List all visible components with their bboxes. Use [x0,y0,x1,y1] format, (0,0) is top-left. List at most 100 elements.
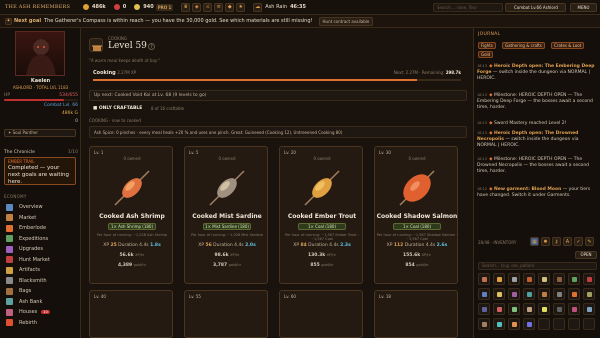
inventory-slot[interactable] [478,318,490,330]
inventory-slot[interactable] [493,288,505,300]
inventory-slot[interactable] [508,273,520,285]
fire-icon[interactable]: ✹ [541,237,550,246]
inventory-slot[interactable] [523,318,535,330]
recipe-ingredient: 1× Ash Shrimp (180) [108,223,156,230]
gem-icon[interactable]: ◆ [225,2,235,12]
recipe-xp-rate-unit: XP/hr [421,253,432,257]
inventory-slot[interactable] [583,288,595,300]
recipe-xp: XP 112 Duration 4.4s 2.6s [386,243,448,248]
inventory-slot[interactable] [538,318,550,330]
inventory-slot[interactable] [508,288,520,300]
goal-text[interactable]: The Gatherer's Compass is within reach —… [44,18,312,24]
search-input[interactable]: Search ... (one, Tex) [433,3,503,12]
sidebar-item-overview[interactable]: Overview [6,202,76,212]
recipe-card[interactable]: Lv. 18 [374,290,458,338]
recipe-card[interactable]: Lv. 5 0 owned Cooked Mist Sardine 1× Mist S… [184,146,268,284]
progress-next-value: Next: 2.27M [393,70,418,75]
sidebar-item-ash-bank[interactable]: Ash Bank [6,297,76,307]
scroll-icon[interactable]: ≡ [214,2,224,12]
recipe-card[interactable]: Lv. 30 0 owned Cooked Shadow Salmon 1× Coal… [374,146,458,284]
recipe-per-hour: Per hour of running: ~1,567 Shadow Salmo… [376,233,458,241]
recipe-xp-rate: 98.6k XP/hr [185,253,269,258]
journal-filter[interactable]: Crates & Loot [551,42,585,49]
inventory-slot[interactable] [523,288,535,300]
avatar[interactable] [15,31,65,76]
inventory-slot[interactable] [583,303,595,315]
recipe-duration-value: 2.6s [436,243,448,248]
inventory-slot[interactable] [568,273,580,285]
journal-filter[interactable]: Gathering & crafts [502,42,545,49]
key-icon[interactable]: ⚷ [552,237,561,246]
sidebar-item-houses[interactable]: Houses 10 [6,307,76,317]
soul-partner-button[interactable]: ✦ Soul Panther [4,129,76,137]
recipe-ingredient: 1× Coal (180) [298,223,346,230]
star-icon[interactable]: ★ [236,2,246,12]
gold-counter[interactable]: 486k [83,4,106,10]
inventory-slot[interactable] [568,303,580,315]
only-craftable-toggle[interactable]: ■ ONLY CRAFTABLE [93,106,142,111]
sidebar-item-hunt-market[interactable]: Hunt Market [6,255,76,265]
shield-icon[interactable]: ◈ [192,2,202,12]
filter-icon[interactable]: ✓ [574,237,583,246]
sidebar-item-rebirth[interactable]: Rebirth [6,318,76,328]
combat-button[interactable]: Combat Lv.66 Ashlord [505,3,566,12]
inventory-slot[interactable] [553,273,565,285]
inventory-slot[interactable] [523,303,535,315]
journal-filter[interactable]: Gold [478,51,494,58]
chronicle-link[interactable]: The Chronicle 1/10 [4,149,78,155]
sidebar-item-emberlode[interactable]: Emberlode [6,223,76,233]
inventory-slot[interactable] [493,318,505,330]
sidebar-item-market[interactable]: Market [6,213,76,223]
menu-button[interactable]: MENU [570,3,597,12]
sidebar-item-expeditions[interactable]: Expeditions [6,234,76,244]
recipe-level: Lv. 40 [94,294,106,299]
inventory-slot[interactable] [493,303,505,315]
inventory-slot[interactable] [508,318,520,330]
inventory-slot[interactable] [538,288,550,300]
sidebar-item-blacksmith[interactable]: Blacksmith [6,276,76,286]
sort-icon[interactable]: A [563,237,572,246]
inventory-slot[interactable] [508,303,520,315]
tag-icon[interactable]: ✎ [585,237,594,246]
recipe-card[interactable]: Lv. 20 0 owned Cooked Ember Trout 1× Coal (… [279,146,363,284]
recipe-card[interactable]: Lv. 40 [89,290,173,338]
grid-icon[interactable]: ▦ [530,237,539,246]
recipe-card[interactable]: Lv. 60 [279,290,363,338]
inventory-slot[interactable] [568,288,580,300]
sidebar-item-label: Market [19,214,37,221]
ember-trail-card[interactable]: EMBER TRAIL Completed — your next goals … [4,157,76,185]
prestige-counter[interactable]: 940 PRO 1 [134,3,174,11]
sidebar-item-upgrades[interactable]: Upgrades [6,244,76,254]
inventory-slot[interactable] [568,318,580,330]
inventory-search[interactable]: Search... (e.g. ore, potion) [478,262,597,270]
only-craftable-label: ONLY CRAFTABLE [98,106,143,111]
inventory-slot[interactable] [553,303,565,315]
sword-icon[interactable]: ⚔ [203,2,213,12]
cook-hint: COOKING · now to cooked [89,118,141,123]
inventory-slot[interactable] [478,303,490,315]
journal-filter[interactable]: Fights [478,42,496,49]
inventory-slot[interactable] [523,273,535,285]
recipe-duration-label: Duration 4.4s [213,243,244,248]
help-icon[interactable]: ? [148,43,155,50]
inventory-slot[interactable] [553,288,565,300]
recipe-card[interactable]: Lv. 1 0 owned Cooked Ash Shrimp 1× Ash Shri… [89,146,173,284]
unlock-text: Up next: Cooked Void Koi at Lv. 68 (9 le… [94,93,207,98]
inventory-slot[interactable] [538,303,550,315]
sidebar-item-bags[interactable]: Bags [6,286,76,296]
sidebar: Kaelen ASHLORD · TOTAL LVL 1183 HP 534/65… [0,28,81,338]
inventory-slot[interactable] [478,288,490,300]
inventory-slot[interactable] [583,273,595,285]
stat-counter[interactable]: 0 [113,4,126,10]
trophy-icon[interactable]: ♛ [181,2,191,12]
inventory-slot[interactable] [538,273,550,285]
ash-rain-timer[interactable]: ☁ Ash Rain 46:35 [253,2,306,12]
sidebar-item-artifacts[interactable]: Artifacts [6,265,76,275]
open-button[interactable]: OPEN [575,251,597,259]
inventory-slot[interactable] [478,273,490,285]
recipe-card[interactable]: Lv. 55 [184,290,268,338]
hunt-contract-button[interactable]: Hunt contract available [318,16,374,26]
inventory-slot[interactable] [583,318,595,330]
inventory-slot[interactable] [493,273,505,285]
inventory-slot[interactable] [553,318,565,330]
